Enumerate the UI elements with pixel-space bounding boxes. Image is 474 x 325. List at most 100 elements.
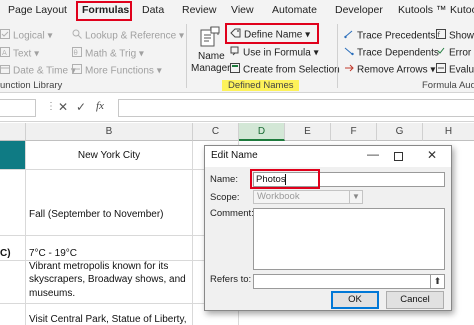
- date-time-label: Date & Time: [13, 65, 69, 77]
- chevron-down-icon: ▾: [34, 48, 40, 60]
- cell-a5[interactable]: [0, 304, 26, 325]
- lookup-reference-button[interactable]: Lookup & Reference ▾: [72, 29, 184, 43]
- ribbon-tab-bar: Page Layout Formulas Data Review View Au…: [0, 0, 474, 21]
- create-from-selection-label: Create from Selection: [243, 64, 340, 76]
- trace-dependents-button[interactable]: Trace Dependents: [344, 46, 439, 60]
- temperature-text: 7°C - 19°C: [29, 248, 78, 259]
- cell-city-header[interactable]: New York City: [26, 141, 193, 170]
- header-cell-a[interactable]: [0, 141, 26, 170]
- math-trig-button[interactable]: θ Math & Trig ▾: [72, 47, 144, 61]
- column-header-c[interactable]: C: [193, 123, 239, 141]
- use-in-formula-button[interactable]: Use in Formula ▾: [230, 46, 319, 60]
- name-box[interactable]: [0, 99, 36, 117]
- tab-page-layout[interactable]: Page Layout: [8, 3, 67, 18]
- logical-button[interactable]: Logical ▾: [0, 29, 53, 43]
- collapse-dialog-icon[interactable]: ⬆: [430, 275, 444, 288]
- column-header-d[interactable]: D: [239, 123, 285, 141]
- cancel-entry-icon[interactable]: ✕: [58, 100, 68, 114]
- cancel-button[interactable]: Cancel: [386, 291, 444, 309]
- name-manager-button[interactable]: Name Manager: [191, 26, 231, 76]
- more-functions-icon: [72, 64, 82, 78]
- math-icon: θ: [72, 47, 82, 61]
- dialog-title: Edit Name: [211, 150, 258, 161]
- name-label: Name:: [210, 174, 238, 185]
- activities-text: Visit Central Park, Statue of Liberty,: [29, 314, 187, 325]
- comment-textarea[interactable]: [253, 208, 445, 270]
- chevron-down-icon: ▾: [313, 47, 319, 59]
- show-formulas-button[interactable]: f Show: [436, 29, 474, 43]
- column-header-h[interactable]: H: [423, 123, 474, 141]
- more-functions-button[interactable]: More Functions ▾: [72, 64, 162, 78]
- column-header-e[interactable]: E: [285, 123, 331, 141]
- scope-value: Workbook: [257, 191, 300, 202]
- column-header-a[interactable]: [0, 123, 26, 141]
- tab-view[interactable]: View: [231, 3, 254, 18]
- formula-bar: ⋮ ✕ ✓ fx: [0, 94, 474, 122]
- tab-automate[interactable]: Automate: [272, 3, 317, 18]
- ok-button[interactable]: OK: [331, 291, 379, 309]
- scope-label: Scope:: [210, 192, 240, 203]
- close-icon[interactable]: ✕: [427, 148, 437, 162]
- dialog-title-bar[interactable]: Edit Name — ✕: [205, 146, 451, 167]
- formula-icon: [230, 46, 240, 60]
- remove-arrows-label: Remove Arrows: [357, 64, 428, 76]
- cell-a2[interactable]: [0, 170, 26, 236]
- tab-kutools-plus[interactable]: Kutoo: [450, 3, 474, 18]
- ribbon-separator: [337, 24, 338, 88]
- error-checking-label: Error: [449, 47, 472, 59]
- cell-description[interactable]: Vibrant metropolis known for its skyscra…: [26, 261, 193, 304]
- create-from-selection-button[interactable]: Create from Selection: [230, 63, 340, 77]
- svg-text:f: f: [438, 31, 441, 39]
- date-time-button[interactable]: Date & Time ▾: [0, 64, 76, 78]
- cell-activities[interactable]: Visit Central Park, Statue of Liberty,: [26, 304, 193, 325]
- trace-precedents-button[interactable]: Trace Precedents: [344, 29, 436, 43]
- lookup-icon: [72, 29, 82, 43]
- evaluate-icon: [436, 63, 446, 77]
- trace-precedents-label: Trace Precedents: [357, 30, 436, 42]
- confirm-entry-icon[interactable]: ✓: [76, 100, 86, 114]
- column-header-b[interactable]: B: [26, 123, 193, 141]
- tab-kutools[interactable]: Kutools ™: [398, 3, 446, 18]
- formula-input[interactable]: [118, 99, 474, 117]
- svg-text:A: A: [2, 49, 7, 57]
- name-manager-label-line2: Manager: [191, 63, 231, 74]
- use-in-formula-label: Use in Formula: [243, 47, 311, 59]
- remove-arrows-icon: [344, 63, 354, 77]
- tab-data[interactable]: Data: [142, 3, 164, 18]
- cell-temperature[interactable]: 7°C - 19°C: [26, 236, 193, 261]
- formula-bar-dots-icon: ⋮: [46, 101, 56, 112]
- column-header-f[interactable]: F: [331, 123, 377, 141]
- logical-icon: [0, 29, 10, 43]
- tab-review[interactable]: Review: [182, 3, 216, 18]
- chevron-down-icon: ▾: [47, 30, 53, 42]
- math-trig-label: Math & Trig: [85, 48, 137, 60]
- evaluate-formula-button[interactable]: Evalu: [436, 63, 474, 77]
- text-button[interactable]: A Text ▾: [0, 47, 39, 61]
- trace-dependents-label: Trace Dependents: [357, 47, 439, 59]
- more-functions-label: More Functions: [85, 65, 154, 77]
- name-manager-icon: [200, 26, 220, 52]
- refers-to-input[interactable]: ⬆: [253, 274, 445, 289]
- scope-select[interactable]: Workbook ▼: [253, 190, 363, 204]
- chevron-down-icon[interactable]: ▼: [349, 191, 362, 203]
- tab-developer[interactable]: Developer: [335, 3, 383, 18]
- error-checking-button[interactable]: Error: [436, 46, 471, 60]
- error-checking-icon: [436, 46, 446, 60]
- name-input-highlight: [250, 169, 320, 189]
- cell-season[interactable]: Fall (September to November): [26, 170, 193, 236]
- defined-names-label-text: Defined Names: [222, 80, 300, 91]
- ribbon-separator: [186, 24, 187, 88]
- insert-function-icon[interactable]: fx: [96, 100, 104, 112]
- remove-arrows-button[interactable]: Remove Arrows ▾: [344, 63, 435, 77]
- comment-label: Comment:: [210, 208, 254, 219]
- city-header-text: New York City: [77, 150, 141, 161]
- maximize-icon[interactable]: [394, 152, 403, 161]
- minimize-icon[interactable]: —: [367, 147, 379, 161]
- cell-a3[interactable]: C): [0, 236, 26, 261]
- description-line-3: museums.: [29, 288, 76, 299]
- formulas-tab-highlight: [76, 1, 132, 21]
- cell-a4[interactable]: [0, 261, 26, 304]
- formula-auditing-group-label: Formula Audit: [422, 80, 474, 91]
- column-header-g[interactable]: G: [377, 123, 423, 141]
- description-line-2: skyscrapers, Broadway shows, and: [29, 274, 186, 285]
